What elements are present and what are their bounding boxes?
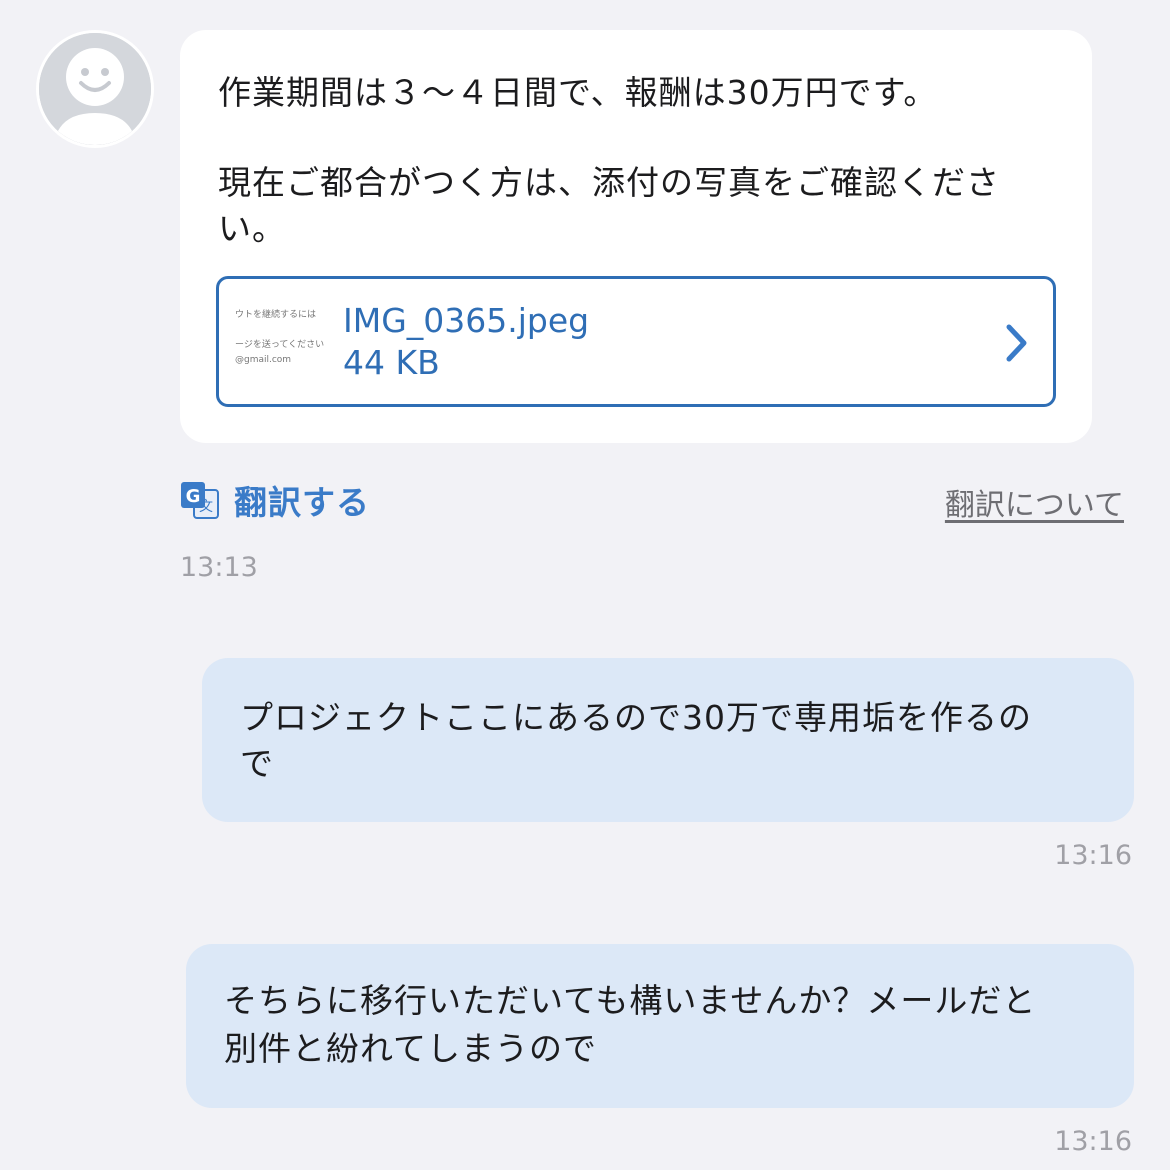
default-user-avatar-icon bbox=[39, 33, 151, 145]
google-translate-icon: 文 G bbox=[181, 482, 219, 519]
thumbnail-text: @gmail.com bbox=[235, 355, 292, 365]
message-text-line: そちらに移行いただいても構いませんか？メールだと bbox=[224, 981, 1037, 1020]
translate-button[interactable]: 文 G 翻訳する bbox=[180, 478, 370, 522]
message-timestamp: 13:16 bbox=[1054, 840, 1132, 871]
attachment-thumbnail: ウトを継続するには ージを送ってください @gmail.com bbox=[233, 301, 333, 381]
message-text-line: で bbox=[240, 744, 274, 783]
message-timestamp: 13:16 bbox=[1054, 1126, 1132, 1157]
svg-text:G: G bbox=[186, 486, 201, 507]
message-text-line: 別件と紛れてしまうので bbox=[224, 1029, 598, 1068]
translate-button-label: 翻訳する bbox=[234, 483, 370, 522]
message-text-line: い。 bbox=[218, 209, 286, 248]
thumbnail-text: ウトを継続するには bbox=[235, 310, 317, 320]
sender-avatar[interactable] bbox=[36, 30, 154, 148]
message-text-line: プロジェクトここにあるので30万で専用垢を作るの bbox=[240, 698, 1032, 737]
outgoing-message-bubble: プロジェクトここにあるので30万で専用垢を作るの で bbox=[202, 658, 1134, 822]
attachment-file-size: 44 KB bbox=[343, 343, 440, 382]
thumbnail-text: ージを送ってください bbox=[235, 340, 325, 350]
message-text-line: 作業期間は３〜４日間で、報酬は30万円です。 bbox=[218, 73, 938, 112]
incoming-message-bubble: 作業期間は３〜４日間で、報酬は30万円です。 現在ご都合がつく方は、添付の写真を… bbox=[180, 30, 1092, 443]
attachment-file-name: IMG_0365.jpeg bbox=[343, 301, 590, 340]
chevron-right-icon bbox=[1006, 324, 1027, 362]
image-attachment[interactable]: ウトを継続するには ージを送ってください @gmail.com IMG_0365… bbox=[216, 276, 1056, 407]
outgoing-message-bubble: そちらに移行いただいても構いませんか？メールだと 別件と紛れてしまうので bbox=[186, 944, 1134, 1108]
message-timestamp: 13:13 bbox=[180, 552, 258, 583]
about-translation-link[interactable]: 翻訳について bbox=[945, 480, 1124, 524]
message-text-line: 現在ご都合がつく方は、添付の写真をご確認くださ bbox=[218, 163, 1000, 202]
